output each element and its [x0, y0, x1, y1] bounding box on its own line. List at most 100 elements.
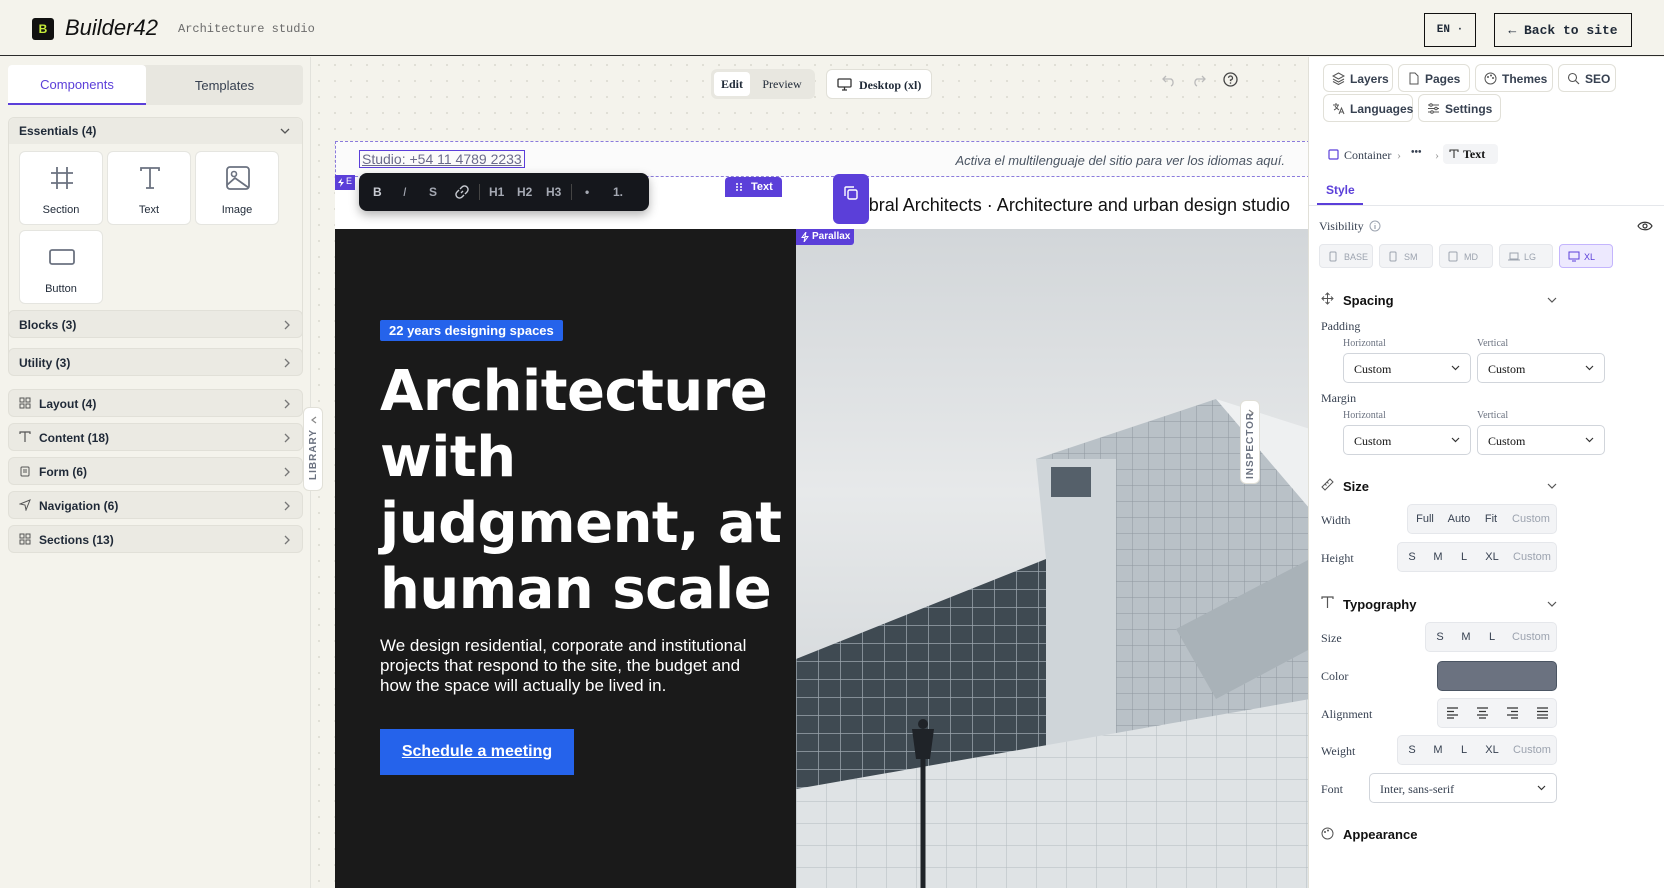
font-size-s-option[interactable]: S [1428, 623, 1452, 651]
hero-building-image[interactable] [796, 229, 1310, 888]
heading2-button[interactable]: H2 [517, 185, 532, 199]
breakpoint-sm[interactable]: SM [1379, 244, 1433, 268]
chevron-down-icon[interactable] [1547, 483, 1557, 490]
tab-templates[interactable]: Templates [146, 65, 303, 105]
weight-custom-option[interactable]: Custom [1508, 736, 1556, 764]
library-toggle-handle[interactable]: LIBRARY [303, 407, 323, 491]
chevron-down-icon[interactable] [1547, 601, 1557, 608]
padding-vertical-select[interactable]: Custom [1477, 353, 1605, 383]
height-s-option[interactable]: S [1400, 543, 1424, 571]
height-l-option[interactable]: L [1452, 543, 1476, 571]
breadcrumb-current[interactable]: Text [1443, 144, 1498, 164]
size-title[interactable]: Size [1343, 479, 1369, 494]
page-subheadline[interactable]: Umbral Architects · Architecture and urb… [841, 195, 1290, 216]
drag-handle-icon[interactable] [735, 182, 743, 192]
padding-horizontal-select[interactable]: Custom [1343, 353, 1471, 383]
component-text[interactable]: Text [107, 151, 191, 225]
duplicate-button[interactable] [833, 174, 869, 224]
category-form[interactable]: Form (6) [8, 457, 303, 485]
padding-label: Padding [1321, 319, 1361, 333]
breadcrumb-container[interactable]: Container [1344, 148, 1391, 163]
font-family-select[interactable]: Inter, sans-serif [1369, 773, 1557, 803]
undo-icon[interactable] [1162, 73, 1176, 87]
italic-button[interactable]: I [403, 185, 406, 199]
weight-s-option[interactable]: S [1400, 736, 1424, 764]
heading3-button[interactable]: H3 [546, 185, 561, 199]
font-size-l-option[interactable]: L [1480, 623, 1504, 651]
align-center-icon[interactable] [1476, 707, 1489, 719]
height-custom-option[interactable]: Custom [1508, 543, 1556, 571]
category-utility[interactable]: Utility (3) [8, 348, 303, 376]
element-tag[interactable]: E [335, 175, 355, 190]
bold-button[interactable]: B [373, 185, 382, 199]
tab-preview[interactable]: Preview [753, 72, 811, 96]
category-layout[interactable]: Layout (4) [8, 389, 303, 417]
breakpoint-lg[interactable]: LG [1499, 244, 1553, 268]
align-right-icon[interactable] [1506, 707, 1519, 719]
category-blocks[interactable]: Blocks (3) [8, 310, 303, 338]
breakpoint-base[interactable]: BASE [1319, 244, 1373, 268]
category-navigation[interactable]: Navigation (6) [8, 491, 303, 519]
heading1-button[interactable]: H1 [489, 185, 504, 199]
parallax-tag[interactable]: Parallax [796, 229, 854, 245]
weight-l-option[interactable]: L [1452, 736, 1476, 764]
height-xl-option[interactable]: XL [1478, 543, 1506, 571]
component-section[interactable]: Section [19, 151, 103, 225]
tab-layers[interactable]: Layers [1323, 64, 1393, 92]
appearance-title[interactable]: Appearance [1343, 827, 1417, 842]
app-logo[interactable]: B [32, 18, 54, 40]
tab-style[interactable]: Style [1317, 177, 1363, 205]
align-left-icon[interactable] [1446, 707, 1459, 719]
hero-badge[interactable]: 22 years designing spaces [380, 320, 563, 341]
spacing-title[interactable]: Spacing [1343, 293, 1394, 308]
margin-horizontal-select[interactable]: Custom [1343, 425, 1471, 455]
essentials-header[interactable]: Essentials (4) [9, 118, 302, 144]
breakpoint-xl[interactable]: XL [1559, 244, 1613, 268]
width-full-option[interactable]: Full [1410, 505, 1440, 533]
selected-element-tag[interactable]: Text [725, 177, 782, 197]
tab-themes[interactable]: Themes [1475, 64, 1553, 92]
width-custom-option[interactable]: Custom [1506, 505, 1556, 533]
tab-settings[interactable]: Settings [1418, 94, 1501, 122]
studio-phone-text[interactable]: Studio: +54 11 4789 2233 [359, 150, 525, 168]
schedule-meeting-button[interactable]: Schedule a meeting [380, 729, 574, 775]
help-icon[interactable] [1223, 72, 1238, 87]
text-color-swatch[interactable] [1437, 661, 1557, 691]
font-size-custom-option[interactable]: Custom [1506, 623, 1556, 651]
component-image[interactable]: Image [195, 151, 279, 225]
eye-icon[interactable] [1637, 220, 1653, 232]
redo-icon[interactable] [1192, 73, 1206, 87]
tab-seo[interactable]: SEO [1558, 64, 1616, 92]
hero-headline[interactable]: Architecture with judgment, at human sca… [380, 359, 790, 623]
tab-components[interactable]: Components [8, 65, 146, 105]
typography-title[interactable]: Typography [1343, 597, 1416, 612]
inspector-toggle-handle[interactable]: INSPECTOR [1240, 400, 1260, 484]
tab-edit[interactable]: Edit [714, 72, 750, 96]
language-button[interactable]: EN · [1424, 13, 1476, 47]
hero-description[interactable]: We design residential, corporate and ins… [380, 636, 760, 696]
device-selector[interactable]: Desktop (xl) [826, 69, 932, 99]
chevron-down-icon[interactable] [1547, 297, 1557, 304]
width-auto-option[interactable]: Auto [1442, 505, 1476, 533]
link-icon[interactable] [455, 185, 469, 199]
top-info-strip[interactable]: Studio: +54 11 4789 2233 Activa el multi… [335, 141, 1310, 177]
breadcrumb-ellipsis[interactable]: ••• [1411, 147, 1422, 158]
component-button[interactable]: Button [19, 230, 103, 304]
back-to-site-button[interactable]: ← Back to site [1494, 13, 1632, 47]
category-sections[interactable]: Sections (13) [8, 525, 303, 553]
tab-languages[interactable]: Languages [1323, 94, 1413, 122]
tab-pages[interactable]: Pages [1398, 64, 1470, 92]
height-m-option[interactable]: M [1426, 543, 1450, 571]
margin-vertical-select[interactable]: Custom [1477, 425, 1605, 455]
breakpoint-md[interactable]: MD [1439, 244, 1493, 268]
width-fit-option[interactable]: Fit [1478, 505, 1504, 533]
weight-m-option[interactable]: M [1426, 736, 1450, 764]
info-icon[interactable] [1369, 220, 1381, 232]
ordered-list-button[interactable]: 1. [613, 185, 623, 199]
bullet-list-button[interactable]: • [585, 185, 589, 199]
category-content[interactable]: Content (18) [8, 423, 303, 451]
strike-button[interactable]: S [429, 185, 437, 199]
font-size-m-option[interactable]: M [1454, 623, 1478, 651]
weight-xl-option[interactable]: XL [1478, 736, 1506, 764]
align-justify-icon[interactable] [1536, 707, 1549, 719]
